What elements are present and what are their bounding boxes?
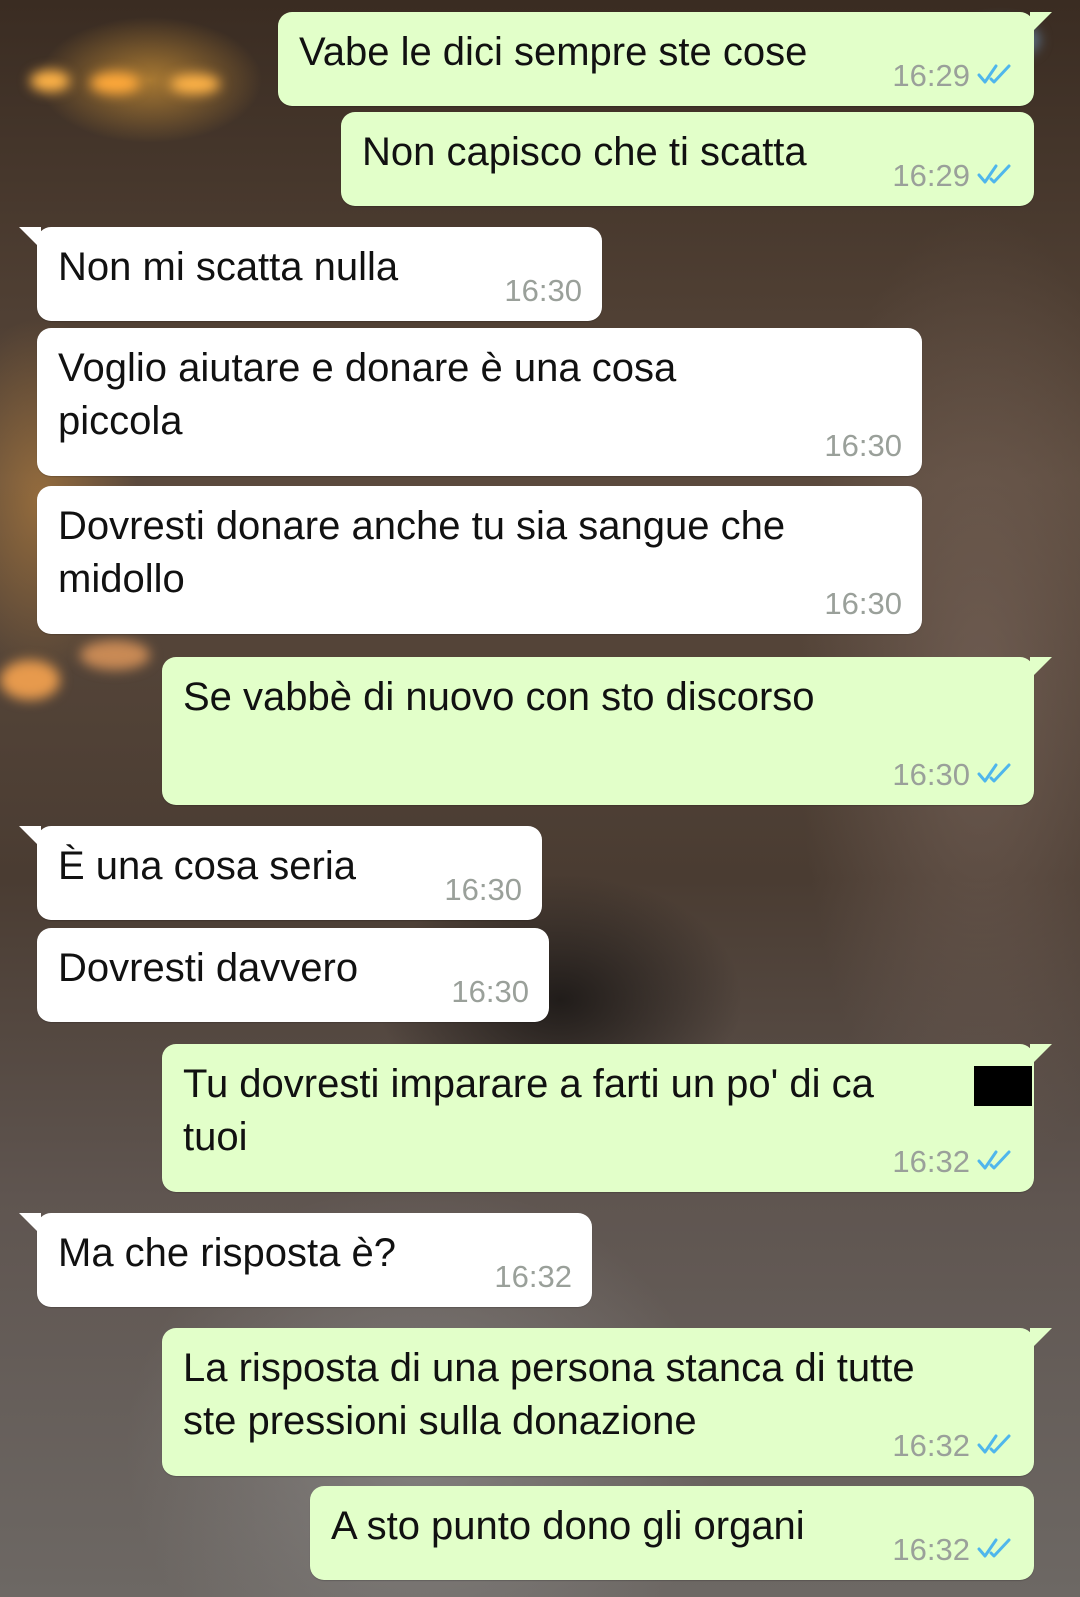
double-check-icon <box>976 58 1014 94</box>
incoming-message[interactable]: Dovresti davvero 16:30 <box>37 928 549 1022</box>
incoming-message[interactable]: È una cosa seria 16:30 <box>19 826 542 920</box>
message-meta: 16:30 <box>451 974 529 1010</box>
background-light <box>170 74 220 94</box>
message-timestamp: 16:30 <box>824 428 902 463</box>
incoming-message[interactable]: Non mi scatta nulla 16:30 <box>19 227 602 321</box>
message-text: Se vabbè di nuovo con sto discorso <box>183 675 815 719</box>
message-meta: 16:32 <box>892 1428 1014 1464</box>
incoming-message[interactable]: Ma che risposta è? 16:32 <box>19 1213 592 1307</box>
message-text: Ma che risposta è? <box>58 1231 396 1275</box>
message-timestamp: 16:32 <box>494 1259 572 1294</box>
message-text: È una cosa seria <box>58 844 356 888</box>
message-timestamp: 16:30 <box>824 586 902 621</box>
message-text: Non mi scatta nulla <box>58 245 399 289</box>
message-meta: 16:32 <box>892 1144 1014 1180</box>
message-meta: 16:32 <box>892 1532 1014 1568</box>
outgoing-message[interactable]: Tu dovresti imparare a farti un po' di c… <box>162 1044 1052 1192</box>
message-text: Vabe le dici sempre ste cose <box>299 30 808 74</box>
message-text: Non capisco che ti scatta <box>362 130 807 174</box>
message-meta: 16:30 <box>504 273 582 309</box>
message-timestamp: 16:29 <box>892 158 970 193</box>
message-text: Tu dovresti imparare a farti un po' di c… <box>183 1062 874 1159</box>
message-text: Dovresti davvero <box>58 946 359 990</box>
background-light <box>0 660 60 700</box>
message-meta: 16:30 <box>892 757 1014 793</box>
message-meta: 16:32 <box>494 1259 572 1295</box>
outgoing-message[interactable]: Vabe le dici sempre ste cose 16:29 <box>278 12 1052 106</box>
message-timestamp: 16:32 <box>892 1144 970 1179</box>
message-meta: 16:29 <box>892 58 1014 94</box>
message-text: La risposta di una persona stanca di tut… <box>183 1346 915 1443</box>
message-timestamp: 16:30 <box>892 757 970 792</box>
message-timestamp: 16:32 <box>892 1428 970 1463</box>
background-light <box>30 70 70 92</box>
message-meta: 16:29 <box>892 158 1014 194</box>
double-check-icon <box>976 1532 1014 1568</box>
background-light <box>80 640 150 670</box>
message-timestamp: 16:29 <box>892 58 970 93</box>
double-check-icon <box>976 1428 1014 1464</box>
incoming-message[interactable]: Dovresti donare anche tu sia sangue che … <box>37 486 922 634</box>
message-timestamp: 16:32 <box>892 1532 970 1567</box>
message-meta: 16:30 <box>444 872 522 908</box>
background-light <box>90 72 140 94</box>
message-timestamp: 16:30 <box>444 872 522 907</box>
double-check-icon <box>976 757 1014 793</box>
message-text: A sto punto dono gli organi <box>331 1504 805 1548</box>
outgoing-message[interactable]: Se vabbè di nuovo con sto discorso 16:30 <box>162 657 1052 805</box>
message-timestamp: 16:30 <box>451 974 529 1009</box>
message-text: Dovresti donare anche tu sia sangue che … <box>58 504 786 601</box>
double-check-icon <box>976 158 1014 194</box>
outgoing-message[interactable]: A sto punto dono gli organi 16:32 <box>310 1486 1034 1580</box>
outgoing-message[interactable]: Non capisco che ti scatta 16:29 <box>341 112 1034 206</box>
message-meta: 16:30 <box>824 428 902 464</box>
redaction-block <box>974 1066 1032 1106</box>
double-check-icon <box>976 1144 1014 1180</box>
incoming-message[interactable]: Voglio aiutare e donare è una cosa picco… <box>37 328 922 476</box>
outgoing-message[interactable]: La risposta di una persona stanca di tut… <box>162 1328 1052 1476</box>
message-meta: 16:30 <box>824 586 902 622</box>
message-timestamp: 16:30 <box>504 273 582 308</box>
message-text: Voglio aiutare e donare è una cosa picco… <box>58 346 677 443</box>
